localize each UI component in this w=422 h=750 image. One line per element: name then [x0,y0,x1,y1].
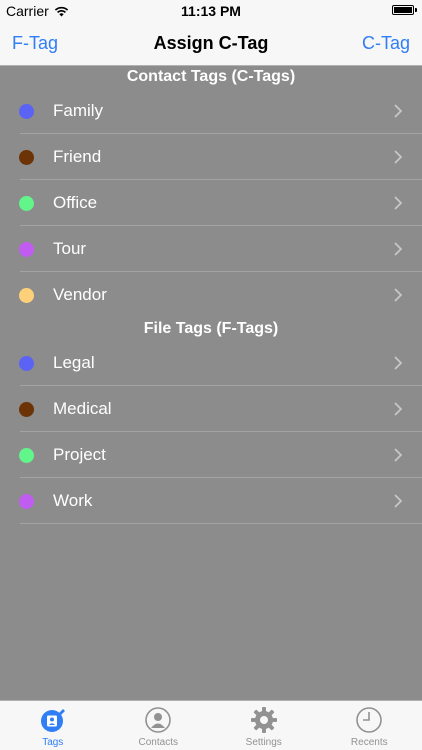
chevron-right-icon [394,104,402,118]
tag-label: Family [53,101,104,120]
tab-label: Recents [350,737,388,748]
chevron-right-icon [394,196,402,210]
tag-label: Legal [53,353,95,372]
section-header-file-tags: File Tags (F-Tags) [143,320,279,337]
tab-label: Contacts [138,737,178,748]
color-dot-icon [19,494,34,509]
tag-row-vendor[interactable]: Vendor [0,272,422,318]
status-bar: Carrier 11:13 PM [0,0,422,22]
chevron-right-icon [394,448,402,462]
color-dot-icon [19,196,34,211]
c-tag-button[interactable]: C-Tag [362,33,410,54]
battery-icon [392,5,417,15]
color-dot-icon [19,242,34,257]
gear-icon [250,707,277,733]
row-separator [20,523,422,524]
tag-row-tour[interactable]: Tour [0,226,422,272]
chevron-right-icon [394,288,402,302]
section-file-tags: File Tags (F-Tags) Legal Medical Project… [0,318,422,524]
color-dot-icon [19,448,34,463]
tag-row-office[interactable]: Office [0,180,422,226]
chevron-right-icon [394,402,402,416]
color-dot-icon [19,150,34,165]
tab-settings[interactable]: Settings [211,701,317,750]
tag-label: Vendor [53,285,107,304]
color-dot-icon [19,402,34,417]
tag-list[interactable]: Contact Tags (C-Tags) Family Friend Offi… [0,66,422,700]
chevron-right-icon [394,242,402,256]
tag-label: Project [53,445,106,464]
color-dot-icon [19,104,34,119]
tag-label: Friend [53,147,102,166]
tag-label: Tour [53,239,87,258]
tag-label: Work [53,491,93,510]
color-dot-icon [19,356,34,371]
tag-row-work[interactable]: Work [0,478,422,524]
tag-row-family[interactable]: Family [0,88,422,134]
color-dot-icon [19,288,34,303]
chevron-right-icon [394,494,402,508]
person-icon [145,707,172,733]
tag-row-project[interactable]: Project [0,432,422,478]
navigation-bar: F-Tag Assign C-Tag C-Tag [0,22,422,66]
tab-contacts[interactable]: Contacts [106,701,212,750]
chevron-right-icon [394,150,402,164]
page-title: Assign C-Tag [153,33,269,53]
status-time: 11:13 PM [181,3,241,19]
chevron-right-icon [394,356,402,370]
tag-row-friend[interactable]: Friend [0,134,422,180]
clock-icon [356,707,383,733]
tag-label: Office [53,193,98,212]
tag-label: Medical [53,399,112,418]
battery-fill [394,7,412,13]
tab-bar: Tags Contacts Settings Recents [0,700,422,750]
section-header-contact-tags: Contact Tags (C-Tags) [126,68,296,85]
tag-row-medical[interactable]: Medical [0,386,422,432]
contacts-book-icon [40,709,65,732]
section-contact-tags: Contact Tags (C-Tags) Family Friend Offi… [0,66,422,318]
tab-tags[interactable]: Tags [0,701,106,750]
tag-row-legal[interactable]: Legal [0,340,422,386]
tab-label: Tags [42,737,64,748]
tab-label: Settings [245,737,282,748]
tab-recents[interactable]: Recents [317,701,422,750]
